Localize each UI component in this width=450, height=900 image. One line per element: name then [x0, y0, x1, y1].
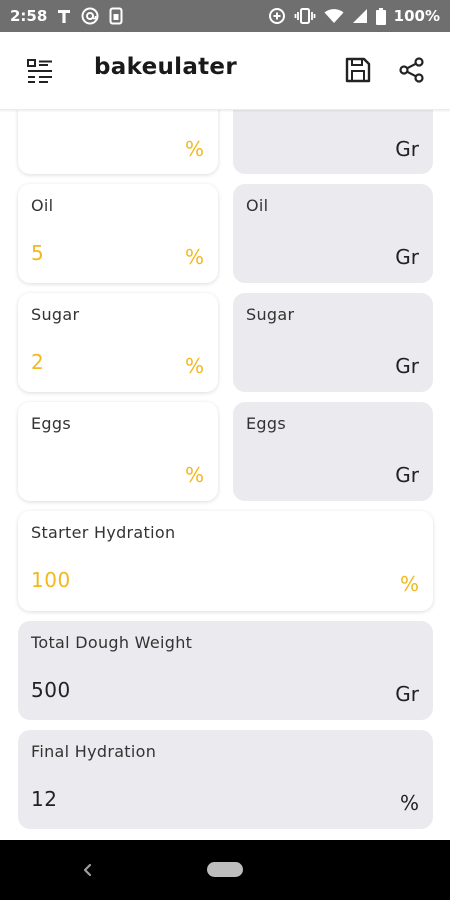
- final-hydration-value: 12: [31, 787, 58, 811]
- percent-unit: %: [399, 572, 419, 596]
- vibrate-icon: [294, 8, 316, 24]
- starter-hydration-value[interactable]: 100: [31, 568, 71, 592]
- eggs-label: Eggs: [246, 414, 286, 433]
- percent-field[interactable]: %: [18, 110, 218, 174]
- sugar-gram-field: Sugar Gr: [233, 293, 433, 392]
- status-time: 2:58: [10, 7, 48, 25]
- percent-unit: %: [399, 791, 419, 815]
- gram-field: Gr: [233, 110, 433, 174]
- data-saver-icon: [268, 7, 286, 25]
- eggs-percent-field[interactable]: Eggs %: [18, 402, 218, 501]
- sugar-label: Sugar: [31, 305, 80, 324]
- eggs-gram-field: Eggs Gr: [233, 402, 433, 501]
- sugar-percent-field[interactable]: Sugar 2 %: [18, 293, 218, 392]
- eggs-label: Eggs: [31, 414, 71, 433]
- sugar-percent-value[interactable]: 2: [31, 350, 44, 374]
- gram-unit: Gr: [395, 463, 419, 487]
- app-bar: bakeulater: [0, 32, 450, 110]
- gram-unit: Gr: [395, 137, 419, 161]
- signal-icon: [352, 8, 368, 24]
- total-dough-weight-label: Total Dough Weight: [31, 633, 193, 652]
- oil-gram-field: Oil Gr: [233, 184, 433, 283]
- oil-percent-value[interactable]: 5: [31, 241, 44, 265]
- gram-unit: Gr: [395, 682, 419, 706]
- menu-list-icon[interactable]: [26, 58, 54, 84]
- battery-icon: [375, 7, 386, 25]
- sim-icon: [109, 7, 123, 25]
- percent-unit: %: [184, 463, 204, 487]
- home-pill-button[interactable]: [207, 862, 243, 877]
- battery-percent: 100%: [393, 7, 440, 25]
- ingredients-form: % Gr Oil 5 % Oil Gr Sugar 2 % Sugar Gr E…: [0, 110, 450, 840]
- wifi-icon: [324, 8, 344, 24]
- percent-unit: %: [184, 354, 204, 378]
- sugar-label: Sugar: [246, 305, 295, 324]
- total-dough-weight-field: Total Dough Weight 500 Gr: [18, 621, 433, 720]
- gram-unit: Gr: [395, 245, 419, 269]
- oil-label: Oil: [246, 196, 269, 215]
- t-icon: [57, 8, 71, 24]
- percent-unit: %: [184, 245, 204, 269]
- save-icon[interactable]: [345, 57, 371, 83]
- oil-label: Oil: [31, 196, 54, 215]
- oil-percent-field[interactable]: Oil 5 %: [18, 184, 218, 283]
- back-icon[interactable]: [78, 857, 98, 883]
- app-title: bakeulater: [94, 54, 237, 80]
- total-dough-weight-value: 500: [31, 678, 71, 702]
- starter-hydration-field[interactable]: Starter Hydration 100 %: [18, 511, 433, 611]
- status-bar: 2:58 100%: [0, 0, 450, 32]
- system-nav-bar: [0, 840, 450, 900]
- final-hydration-field: Final Hydration 12 %: [18, 730, 433, 829]
- percent-unit: %: [184, 137, 204, 161]
- at-icon: [81, 7, 99, 25]
- starter-hydration-label: Starter Hydration: [31, 523, 176, 542]
- share-icon[interactable]: [399, 57, 425, 83]
- gram-unit: Gr: [395, 354, 419, 378]
- final-hydration-label: Final Hydration: [31, 742, 157, 761]
